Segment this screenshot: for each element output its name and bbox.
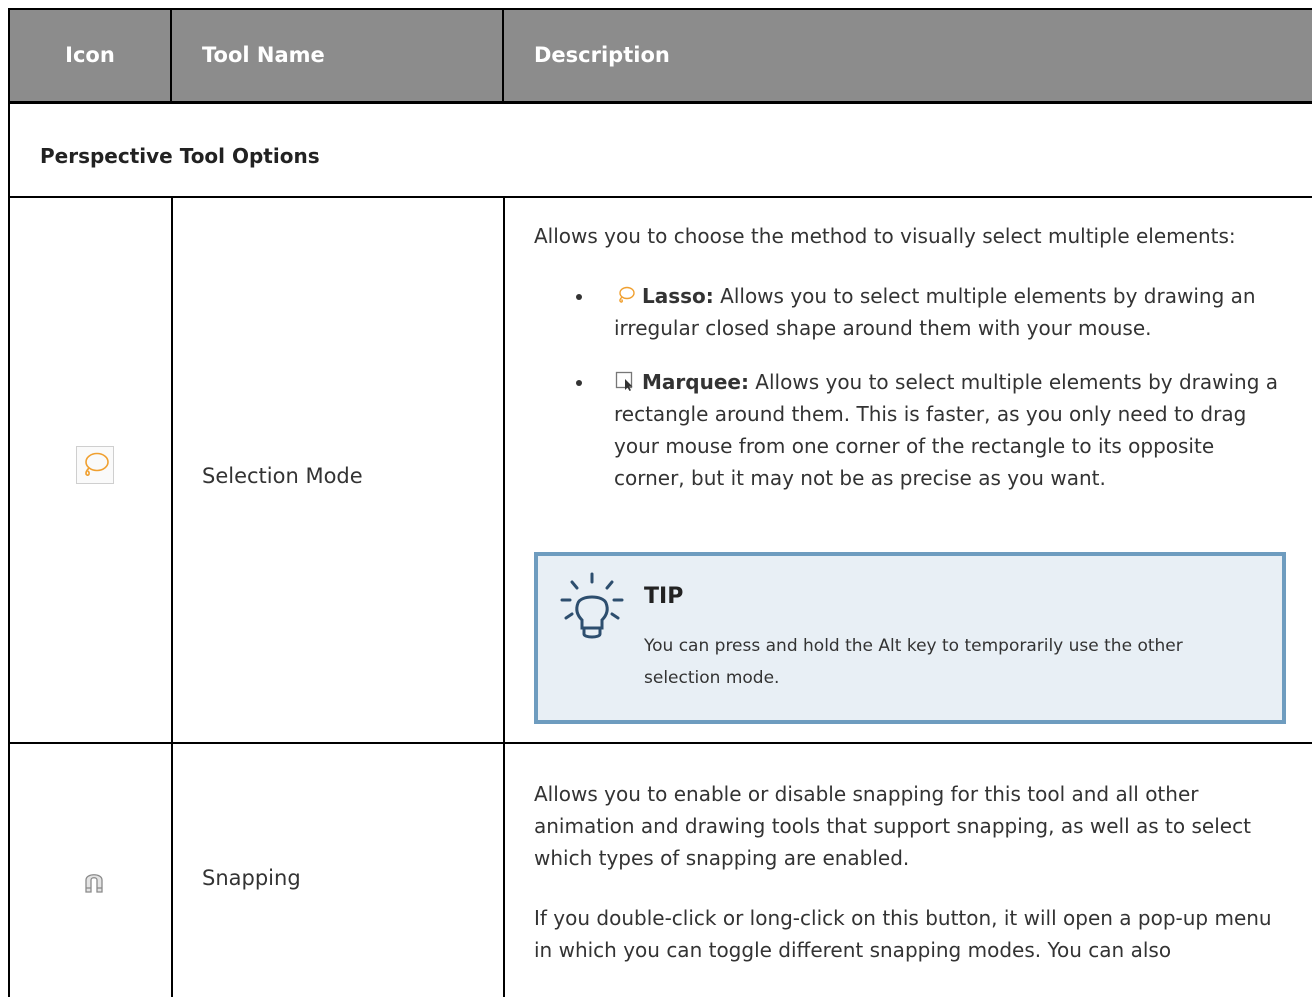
description-intro: Allows you to choose the method to visua… — [534, 224, 1236, 248]
selection-mode-list: Lasso: Allows you to select multiple ele… — [576, 280, 1282, 516]
tool-name: Selection Mode — [202, 464, 363, 488]
snapping-button[interactable] — [80, 868, 108, 896]
table-row: Selection Mode Allows you to choose the … — [10, 198, 1312, 744]
lasso-label: Lasso: — [642, 284, 714, 308]
table-row: Snapping Allows you to enable or disable… — [10, 744, 1312, 997]
tool-name: Snapping — [202, 866, 301, 890]
column-divider — [503, 198, 505, 742]
section-title: Perspective Tool Options — [40, 144, 320, 168]
header-icon-column: Icon — [10, 10, 172, 101]
bullet-dot — [576, 294, 582, 300]
list-item-lasso: Lasso: Allows you to select multiple ele… — [576, 280, 1282, 344]
lasso-icon — [619, 286, 635, 303]
header-description-column: Description — [534, 43, 670, 67]
marquee-icon — [615, 371, 633, 391]
column-divider — [171, 198, 173, 742]
tool-options-table: Icon Tool Name Description Perspective T… — [8, 8, 1312, 997]
lasso-icon — [85, 452, 109, 476]
magnet-icon — [85, 874, 103, 893]
header-tool-name-column: Tool Name — [172, 10, 504, 101]
table-header: Icon Tool Name Description — [10, 10, 1312, 104]
column-divider — [171, 744, 173, 997]
lightbulb-icon — [560, 572, 624, 639]
tip-box: TIP You can press and hold the Alt key t… — [534, 552, 1286, 724]
bullet-dot — [576, 380, 582, 386]
column-divider — [503, 744, 505, 997]
marquee-label: Marquee: — [642, 370, 749, 394]
description-paragraph: If you double-click or long-click on thi… — [534, 906, 1272, 962]
list-item-marquee: Marquee: Allows you to select multiple e… — [576, 366, 1282, 494]
section-row: Perspective Tool Options — [10, 104, 1312, 198]
tip-text: You can press and hold the Alt key to te… — [644, 636, 1183, 688]
tip-title: TIP — [644, 584, 684, 609]
description-paragraph: Allows you to enable or disable snapping… — [534, 782, 1251, 870]
selection-mode-button[interactable] — [76, 446, 114, 484]
